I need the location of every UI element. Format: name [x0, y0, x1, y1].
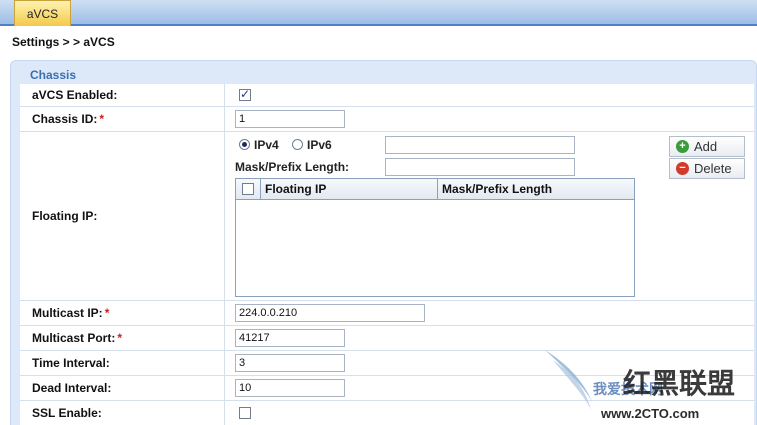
select-all-checkbox[interactable] [242, 183, 254, 195]
row-multicast-port: Multicast Port: * [20, 326, 754, 351]
row-chassis-id: Chassis ID: * [20, 107, 754, 132]
time-interval-value [226, 351, 754, 375]
ssl-enable-checkbox[interactable] [239, 407, 251, 419]
avcs-enabled-checkbox[interactable] [239, 87, 251, 101]
dead-interval-label: Dead Interval: [20, 376, 225, 400]
multicast-port-input[interactable] [235, 329, 345, 347]
chassis-id-label: Chassis ID: * [20, 107, 225, 131]
col-floating-ip: Floating IP [261, 179, 438, 200]
tab-strip: aVCS [0, 0, 757, 26]
chassis-form: aVCS Enabled: Chassis ID:* Floating IP: … [20, 84, 754, 425]
time-interval-input[interactable] [235, 354, 345, 372]
multicast-ip-input[interactable] [235, 304, 425, 322]
table-header: Floating IP Mask/Prefix Length [236, 179, 634, 200]
ipv4-label: IPv4 [254, 138, 279, 152]
row-avcs-enabled: aVCS Enabled: [20, 84, 754, 107]
panel-title: Chassis [30, 68, 77, 82]
multicast-ip-value [226, 301, 754, 325]
chassis-id-value [226, 107, 754, 131]
plus-circle-icon: + [676, 140, 689, 153]
mask-prefix-input[interactable] [385, 158, 575, 176]
minus-circle-icon: − [676, 162, 689, 175]
multicast-port-value [226, 326, 754, 350]
row-time-interval: Time Interval: [20, 351, 754, 376]
ssl-enable-label: SSL Enable: [20, 401, 225, 425]
select-all-cell [236, 179, 261, 200]
floating-ip-label: Floating IP: [20, 132, 225, 300]
row-multicast-ip: Multicast IP: * [20, 301, 754, 326]
dead-interval-input[interactable] [235, 379, 345, 397]
row-floating-ip: Floating IP: IPv4 IPv6 Mask/Prefix Lengt… [20, 132, 754, 301]
tab-avcs[interactable]: aVCS [14, 0, 71, 26]
chassis-id-input[interactable] [235, 110, 345, 128]
time-interval-label: Time Interval: [20, 351, 225, 375]
ipv4-radio[interactable] [239, 139, 250, 150]
ssl-enable-value [226, 401, 754, 425]
row-ssl-enable: SSL Enable: [20, 401, 754, 425]
delete-button[interactable]: − Delete [669, 158, 745, 179]
multicast-port-label: Multicast Port: * [20, 326, 225, 350]
floating-ip-input[interactable] [385, 136, 575, 154]
breadcrumb: Settings > > aVCS [12, 35, 115, 49]
floating-ip-table: Floating IP Mask/Prefix Length [235, 178, 635, 297]
row-dead-interval: Dead Interval: [20, 376, 754, 401]
add-button[interactable]: + Add [669, 136, 745, 157]
multicast-ip-label: Multicast IP: * [20, 301, 225, 325]
floating-ip-value: IPv4 IPv6 Mask/Prefix Length: Floating I… [226, 132, 754, 300]
mask-prefix-label: Mask/Prefix Length: [235, 160, 350, 174]
avcs-enabled-label: aVCS Enabled: [20, 84, 225, 106]
ipv6-label: IPv6 [307, 138, 332, 152]
col-mask-prefix: Mask/Prefix Length [442, 182, 553, 196]
dead-interval-value [226, 376, 754, 400]
avcs-enabled-value [226, 84, 754, 106]
ipv6-radio[interactable] [292, 139, 303, 150]
